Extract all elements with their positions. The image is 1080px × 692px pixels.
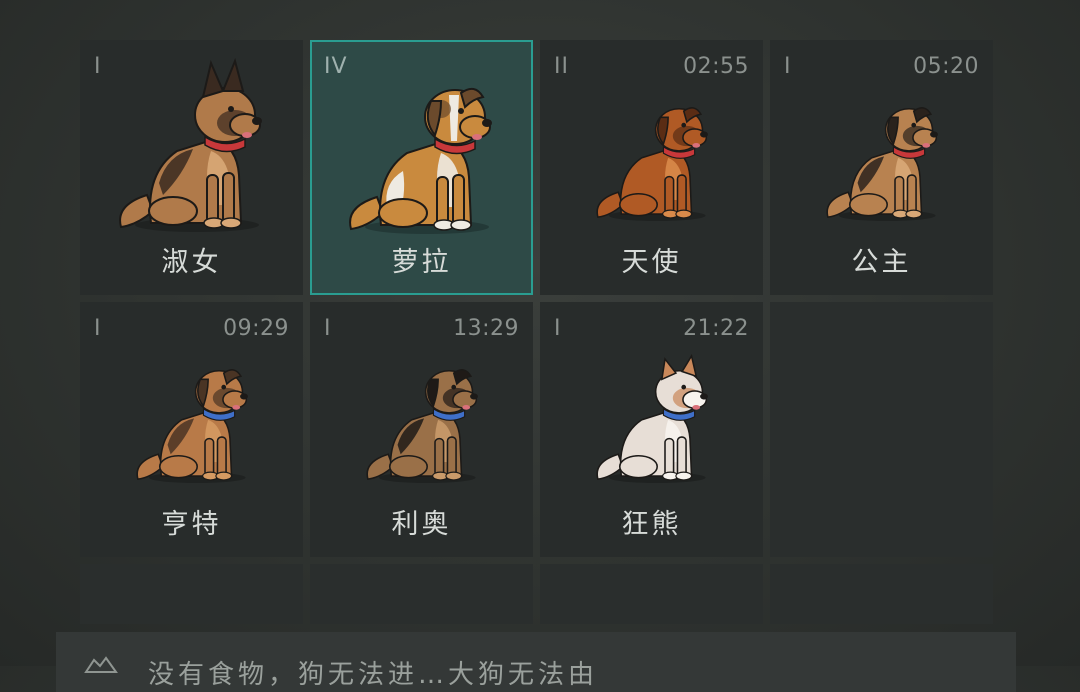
dog-name: 利奥 <box>391 509 452 540</box>
empty-slot[interactable] <box>770 302 993 557</box>
dog-name: 萝拉 <box>391 247 452 278</box>
dog-image <box>135 369 248 484</box>
dog-card[interactable]: I 09:29 亨特 <box>80 302 303 557</box>
dog-portrait <box>540 312 763 502</box>
dog-name: 淑女 <box>161 247 222 278</box>
dog-name: 公主 <box>851 247 912 278</box>
hint-icon <box>84 656 118 673</box>
dog-image <box>825 107 938 222</box>
dog-grid: I 淑女 IV 萝拉 II 02:55 天使 I 05:20 公主 I 09:2… <box>80 40 994 624</box>
hint-text: 没有食物，狗无法进…大狗无法由 <box>148 660 599 690</box>
dog-portrait <box>310 312 533 502</box>
dog-card[interactable]: I 淑女 <box>80 40 303 295</box>
dog-image <box>348 87 492 234</box>
dog-name: 天使 <box>621 247 682 278</box>
dog-portrait <box>312 52 531 242</box>
dog-image <box>595 107 708 222</box>
dog-card[interactable]: I 21:22 狂熊 <box>540 302 763 557</box>
dog-portrait <box>80 50 303 240</box>
empty-slot[interactable] <box>310 564 533 624</box>
dog-name: 狂熊 <box>621 509 682 540</box>
empty-slot[interactable] <box>540 564 763 624</box>
dog-image <box>118 57 262 232</box>
dog-portrait <box>80 312 303 502</box>
dog-portrait <box>540 50 763 240</box>
dog-image <box>365 369 478 484</box>
dog-card[interactable]: I 05:20 公主 <box>770 40 993 295</box>
dog-card[interactable]: II 02:55 天使 <box>540 40 763 295</box>
hint-bar: 没有食物，狗无法进…大狗无法由 <box>56 632 1016 692</box>
dog-portrait <box>770 50 993 240</box>
dog-card-selected[interactable]: IV 萝拉 <box>310 40 533 295</box>
empty-slot[interactable] <box>80 564 303 624</box>
dog-image <box>595 353 708 484</box>
dog-name: 亨特 <box>161 509 222 540</box>
dog-card[interactable]: I 13:29 利奥 <box>310 302 533 557</box>
empty-slot[interactable] <box>770 564 993 624</box>
